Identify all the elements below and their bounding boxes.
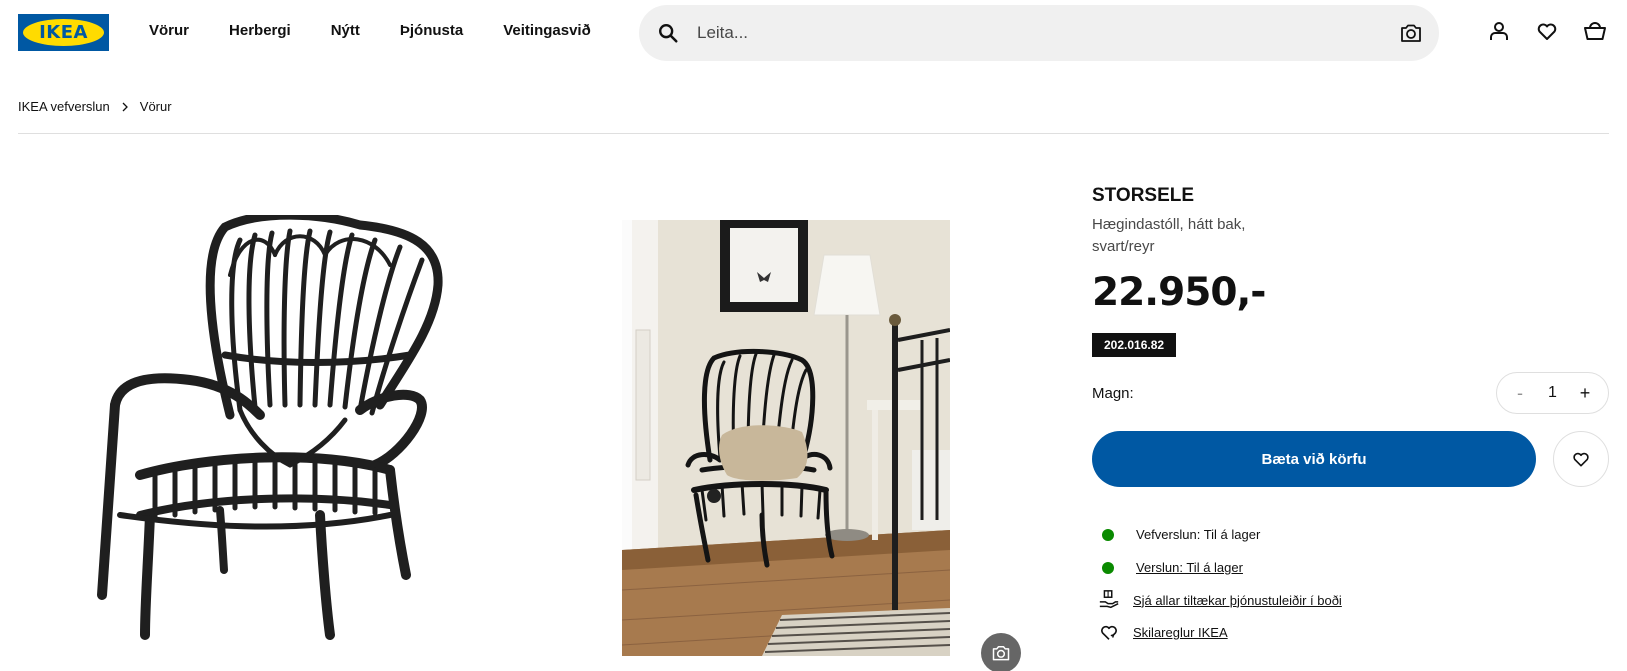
availability-online: Vefverslun: Til á lager [1098, 527, 1260, 542]
add-to-cart-button[interactable]: Bæta við körfu [1092, 431, 1536, 487]
site-header: IKEA Vörur Herbergi Nýtt Þjónusta Veitin… [0, 0, 1627, 66]
return-policy-link[interactable]: Skilareglur IKEA [1133, 625, 1228, 640]
product-image-chair[interactable] [90, 215, 460, 660]
nav-item-vorur[interactable]: Vörur [149, 22, 189, 39]
availability-online-text: Vefverslun: Til á lager [1136, 527, 1261, 542]
heart-icon [1573, 452, 1589, 467]
breadcrumb-divider [18, 133, 1609, 134]
search-bar [639, 5, 1439, 61]
return-policy: Skilareglur IKEA [1098, 621, 1228, 643]
green-dot [1102, 528, 1114, 541]
nav-item-veitingasvid[interactable]: Veitingasvið [503, 22, 591, 39]
product-description: Hægindastóll, hátt bak, svart/reyr [1092, 216, 1246, 255]
quantity-increase-button[interactable]: + [1576, 383, 1594, 404]
quantity-value[interactable]: 1 [1548, 384, 1557, 402]
nav-item-thjonusta[interactable]: Þjónusta [400, 22, 463, 39]
logo-text: IKEA [39, 22, 88, 43]
availability-store-link[interactable]: Verslun: Til á lager [1136, 560, 1243, 575]
add-to-favourites-button[interactable] [1553, 431, 1609, 487]
view-photos-button[interactable] [981, 633, 1021, 671]
product-price: 22.950,- [1092, 270, 1266, 315]
article-number-badge: 202.016.82 [1092, 333, 1177, 357]
nav-item-nytt[interactable]: Nýtt [331, 22, 360, 39]
logo-oval: IKEA [23, 19, 104, 46]
search-input[interactable] [697, 5, 1347, 61]
quantity-stepper: - 1 + [1496, 372, 1609, 414]
return-policy-icon [1101, 625, 1117, 640]
main-nav: Vörur Herbergi Nýtt Þjónusta Veitingasvi… [149, 22, 631, 39]
breadcrumb: IKEA vefverslun Vörur [18, 99, 172, 114]
heart-icon[interactable] [1535, 19, 1559, 43]
user-icon[interactable] [1487, 19, 1511, 43]
camera-icon[interactable] [1399, 21, 1423, 45]
quantity-decrease-button[interactable]: - [1511, 383, 1529, 404]
availability-store: Verslun: Til á lager [1098, 560, 1243, 575]
quantity-label: Magn: [1092, 385, 1134, 402]
product-image-room[interactable] [622, 220, 950, 656]
service-options: Sjá allar tiltækar þjónustuleiðir í boði [1098, 589, 1342, 611]
green-dot [1102, 561, 1114, 574]
room-scene [622, 220, 950, 656]
chevron-right-icon [122, 102, 128, 111]
search-icon[interactable] [657, 22, 679, 44]
breadcrumb-home[interactable]: IKEA vefverslun [18, 99, 110, 114]
header-actions [1487, 19, 1607, 43]
basket-icon[interactable] [1583, 19, 1607, 43]
service-options-link[interactable]: Sjá allar tiltækar þjónustuleiðir í boði [1133, 593, 1342, 608]
delivery-hand-icon [1099, 590, 1119, 609]
camera-icon [992, 646, 1010, 661]
breadcrumb-products[interactable]: Vörur [140, 99, 172, 114]
nav-item-herbergi[interactable]: Herbergi [229, 22, 291, 39]
ikea-logo[interactable]: IKEA [18, 14, 109, 51]
product-name: STORSELE [1092, 185, 1195, 206]
